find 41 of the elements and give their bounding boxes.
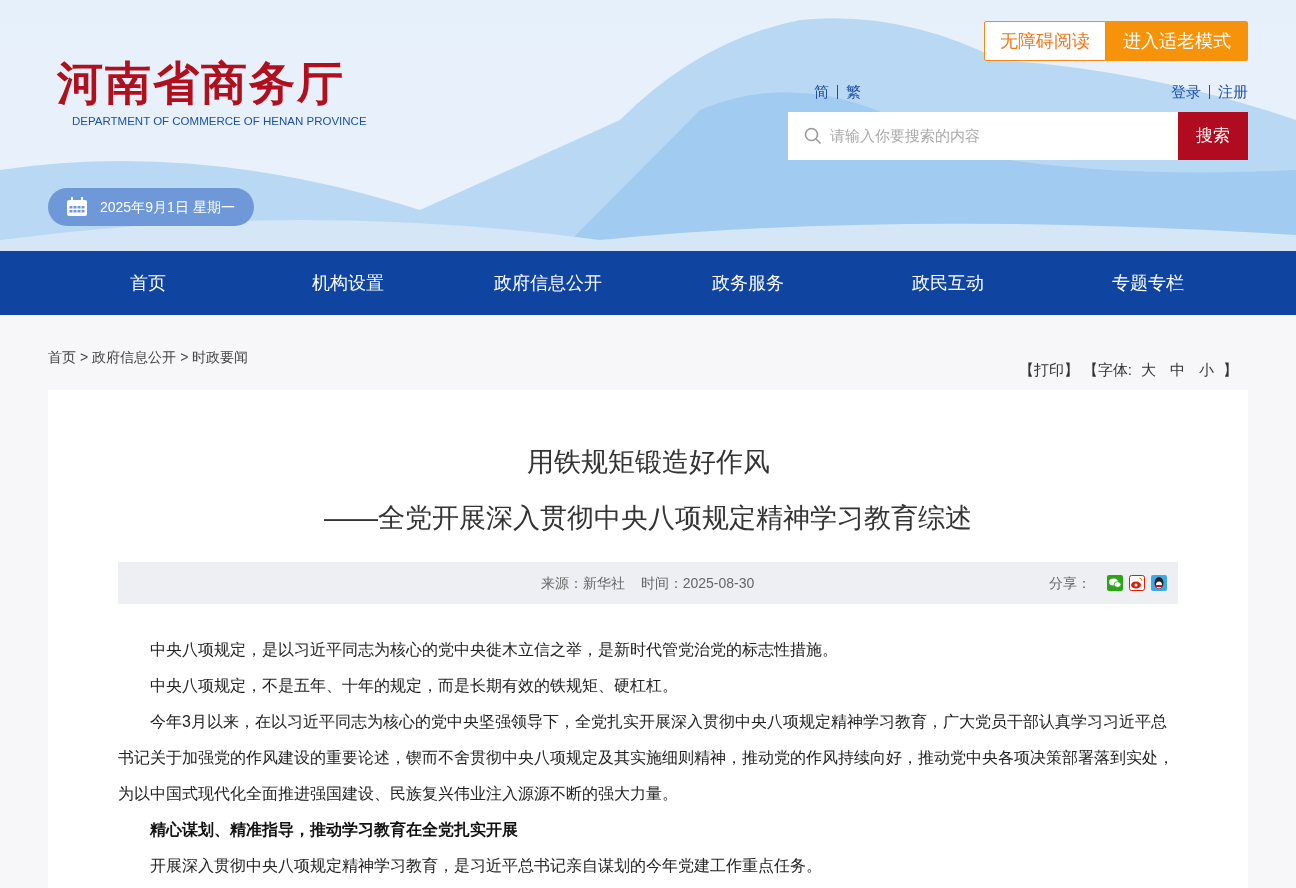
language-link[interactable]: 繁	[846, 81, 861, 104]
article-paragraph: 中央八项规定，不是五年、十年的规定，而是长期有效的铁规矩、硬杠杠。	[149, 676, 679, 696]
font-size-link[interactable]: 中	[1165, 359, 1190, 382]
share-label: 分享：	[1049, 573, 1091, 593]
login-link[interactable]: 登录	[1171, 81, 1201, 104]
register-link[interactable]: 注册	[1218, 81, 1248, 104]
date-text: 2025年9月1日 星期一	[100, 197, 235, 217]
article-paragraph: 今年3月以来，在以习近平同志为核心的党中央坚强领导下，全党扎实开展深入贯彻中央八项规定精神学习教育，广大党员干部认真学习习近平总书记关于加强党的作风建设的重要论述，锲而不舍贯彻中央八项规定及其实施细则精神，推动党的作风持续向好，推动党中央各项决策部署落到实处，为以中国式现代化全面推进强国建设、民族复兴伟业注入源源不断的强大力量。	[118, 712, 1175, 804]
article-title: 用铁规矩锻造好作风	[525, 446, 771, 479]
print-link[interactable]: 【打印】	[1018, 359, 1079, 382]
font-size-link[interactable]: 小	[1194, 359, 1219, 382]
article-source: 来源：新华社	[540, 573, 625, 593]
breadcrumb-link[interactable]: 首页	[48, 347, 76, 368]
nav-item[interactable]: 政府信息公开	[448, 269, 648, 297]
breadcrumb-separator: >	[80, 348, 89, 367]
article-paragraph: 中央八项规定，是以习近平同志为核心的党中央徙木立信之举，是新时代管党治党的标志性措施。	[149, 640, 839, 660]
nav-item[interactable]: 政务服务	[648, 269, 848, 297]
search-field[interactable]: 请输入你要搜索的内容	[788, 111, 1178, 160]
penguin-icon[interactable]	[1151, 575, 1167, 591]
font-size-label: 【字体:	[1082, 360, 1132, 380]
article-subtitle: ——全党开展深入贯彻中央八项规定精神学习教育综述	[323, 502, 973, 535]
calendar-icon	[66, 197, 88, 218]
article-time: 时间：2025-08-30	[640, 573, 755, 593]
breadcrumb-link[interactable]: 政府信息公开	[92, 347, 177, 368]
nav-item[interactable]: 机构设置	[248, 269, 448, 297]
logo-title: 河南省商务厅	[57, 55, 345, 111]
bracket-close: 】	[1223, 360, 1238, 380]
logo-subtitle: DEPARTMENT OF COMMERCE OF HENAN PROVINCE	[71, 114, 367, 129]
eye-logo-icon[interactable]	[1129, 575, 1145, 591]
article-paragraph: 开展深入贯彻中央八项规定精神学习教育，是习近平总书记亲自谋划的今年党建工作重点任务。	[149, 856, 823, 876]
nav-item[interactable]: 政民互动	[848, 269, 1048, 297]
breadcrumb-link[interactable]: 时政要闻	[192, 347, 249, 368]
nav-item[interactable]: 专题专栏	[1048, 269, 1248, 297]
search-button[interactable]: 搜索	[1178, 111, 1248, 160]
nav-item[interactable]: 首页	[48, 269, 248, 297]
language-link[interactable]: 简	[814, 81, 829, 104]
section-heading: 精心谋划、精准指导，推动学习教育在全党扎实开展	[149, 819, 519, 841]
search-icon	[804, 126, 822, 145]
chat-bubbles-icon[interactable]	[1107, 575, 1123, 591]
breadcrumb-separator: >	[180, 348, 189, 367]
font-size-link[interactable]: 大	[1136, 359, 1161, 382]
